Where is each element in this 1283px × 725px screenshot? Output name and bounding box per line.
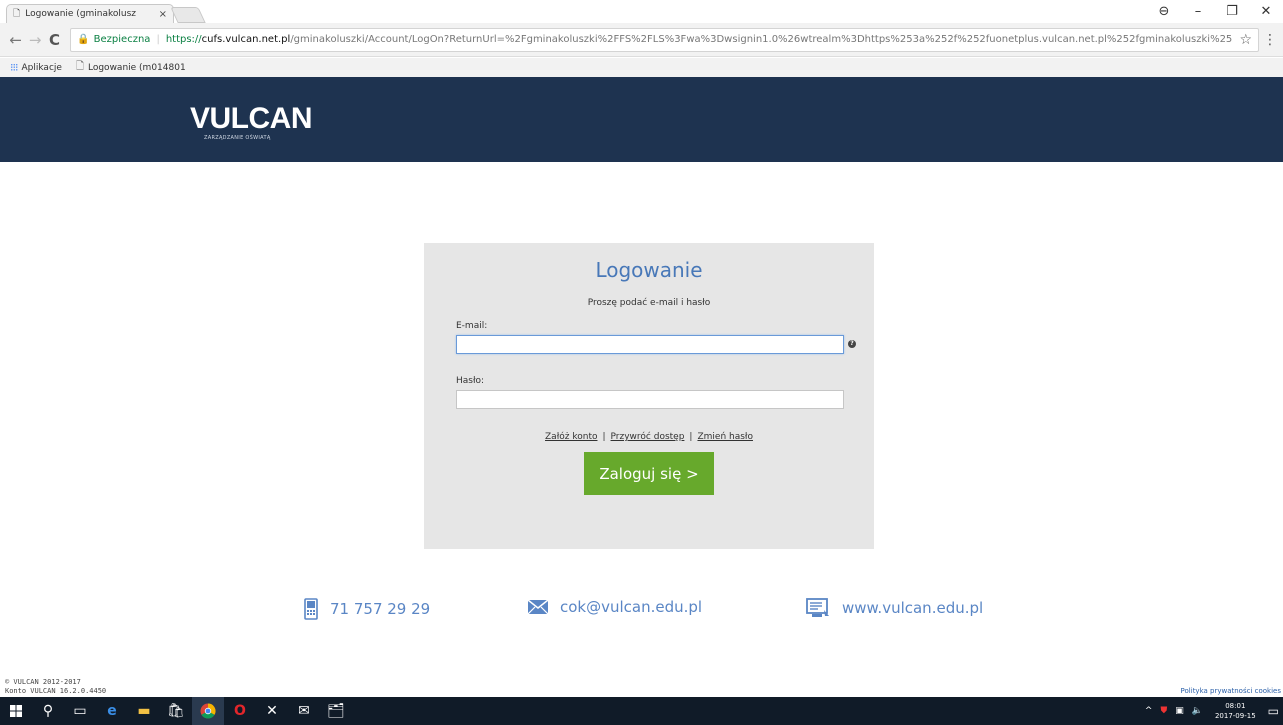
website-url: www.vulcan.edu.pl — [842, 599, 984, 617]
login-title: Logowanie — [595, 258, 703, 282]
mail-icon[interactable]: ✉ — [288, 697, 320, 725]
footer-info: © VULCAN 2012-2017 Konto VULCAN 16.2.0.4… — [5, 678, 106, 696]
login-panel: Logowanie Proszę podać e-mail i hasło E-… — [424, 243, 874, 549]
screen: 🗋 Logowanie (gminakolusz × ⊖ – ❐ ✕ ← → C… — [0, 0, 1283, 725]
reload-icon[interactable]: C — [45, 31, 64, 49]
divider: | — [602, 432, 606, 442]
windows-taskbar: ⚲ ▭ e ▬ 🛍 O ✕ ✉ 🗂 ^ ⛊ ▣ 🔈 08:01 2017-09-… — [0, 697, 1283, 725]
url-path: /gminakoluszki/Account/LogOn?ReturnUrl=%… — [290, 34, 1234, 45]
create-account-link[interactable]: Załóż konto — [545, 432, 597, 442]
envelope-icon — [528, 600, 548, 614]
password-label: Hasło: — [456, 376, 485, 386]
edge-icon[interactable]: e — [96, 697, 128, 725]
clock-date: 2017-09-15 — [1214, 712, 1256, 720]
minimize-button[interactable]: – — [1181, 4, 1215, 19]
email-address: cok@vulcan.edu.pl — [560, 598, 703, 616]
login-button[interactable]: Zaloguj się > — [584, 452, 714, 495]
window-controls: ⊖ – ❐ ✕ — [1147, 4, 1283, 19]
secure-label: Bezpieczna — [93, 34, 151, 45]
address-bar[interactable]: 🔒 Bezpieczna | https:// cufs.vulcan.net.… — [70, 27, 1260, 52]
password-field[interactable] — [456, 390, 844, 409]
contact-website[interactable]: www.vulcan.edu.pl — [806, 598, 983, 618]
vulcan-logo[interactable]: VULCAN ZARZĄDZANIE OŚWIATĄ — [190, 102, 313, 142]
url-host: cufs.vulcan.net.pl — [201, 34, 291, 45]
star-icon[interactable]: ☆ — [1233, 32, 1252, 48]
phone-icon — [304, 598, 318, 620]
app-icon[interactable]: ✕ — [256, 697, 288, 725]
bookmark-label: Logowanie (m014801 — [87, 62, 186, 73]
explorer-icon[interactable]: ▬ — [128, 697, 160, 725]
forward-icon[interactable]: → — [25, 31, 44, 49]
tab-close-icon[interactable]: × — [159, 9, 167, 20]
back-icon[interactable]: ← — [6, 31, 25, 49]
account-links: Załóż konto | Przywróć dostęp | Zmień hasło — [424, 432, 874, 442]
system-tray: ^ ⛊ ▣ 🔈 08:01 2017-09-15 ▭ — [1141, 697, 1283, 725]
clock[interactable]: 08:01 2017-09-15 — [1215, 701, 1256, 721]
privacy-link[interactable]: Polityka prywatności cookies — [1181, 687, 1281, 695]
task-view-icon[interactable]: ▭ — [64, 697, 96, 725]
contacts-row: 71 757 29 29 cok@vulcan.edu.pl www.vulca… — [0, 598, 1283, 622]
email-field[interactable] — [456, 335, 844, 354]
version-text: Konto VULCAN 16.2.0.4450 — [5, 687, 107, 695]
phone-number: 71 757 29 29 — [330, 600, 431, 618]
divider: | — [689, 432, 693, 442]
copyright-text: © VULCAN 2012-2017 — [5, 678, 81, 686]
contact-email[interactable]: cok@vulcan.edu.pl — [528, 598, 702, 616]
chevron-up-icon[interactable]: ^ — [1145, 706, 1153, 716]
antivirus-icon[interactable]: ⛊ — [1160, 706, 1167, 716]
lock-icon: 🔒 — [77, 34, 90, 45]
menu-icon[interactable]: ⋮ — [1263, 32, 1277, 48]
browser-tabstrip: 🗋 Logowanie (gminakolusz × ⊖ – ❐ ✕ — [0, 0, 1283, 23]
chrome-icon[interactable] — [192, 697, 224, 725]
bookmark-logowanie[interactable]: 🗋 Logowanie (m014801 — [76, 59, 186, 76]
start-icon[interactable] — [0, 697, 32, 725]
page-icon: 🗋 — [13, 9, 21, 19]
logo-subtitle: ZARZĄDZANIE OŚWIATĄ — [204, 135, 271, 141]
bookmark-apps[interactable]: ⁝⁝⁝ Aplikacje — [10, 61, 62, 74]
help-icon[interactable]: ? — [848, 340, 856, 348]
volume-icon[interactable]: 🔈 — [1192, 706, 1203, 716]
bookmarks-bar: ⁝⁝⁝ Aplikacje 🗋 Logowanie (m014801 — [0, 58, 1283, 77]
bookmark-label: Aplikacje — [21, 62, 62, 73]
browser-tab[interactable]: 🗋 Logowanie (gminakolusz × — [6, 4, 174, 23]
apps-grid-icon: ⁝⁝⁝ — [10, 61, 18, 74]
site-header: VULCAN ZARZĄDZANIE OŚWIATĄ — [0, 77, 1283, 162]
browser-toolbar: ← → C 🔒 Bezpieczna | https:// cufs.vulca… — [0, 23, 1283, 57]
divider: | — [156, 34, 160, 45]
search-icon[interactable]: ⚲ — [32, 697, 64, 725]
restore-button[interactable]: ❐ — [1215, 4, 1249, 19]
store-icon[interactable]: 🛍 — [160, 697, 192, 725]
opera-icon[interactable]: O — [224, 697, 256, 725]
contact-phone: 71 757 29 29 — [304, 598, 430, 620]
app-icon[interactable]: 🗂 — [320, 697, 352, 725]
network-icon[interactable]: ▣ — [1175, 706, 1184, 716]
change-password-link[interactable]: Zmień hasło — [697, 432, 753, 442]
monitor-icon — [806, 598, 829, 617]
new-tab-button[interactable] — [170, 7, 206, 23]
close-button[interactable]: ✕ — [1249, 4, 1283, 19]
profile-icon[interactable]: ⊖ — [1147, 4, 1181, 19]
login-subtitle: Proszę podać e-mail i hasło — [587, 298, 711, 308]
logo-text: VULCAN — [190, 102, 313, 135]
url-protocol: https:// — [165, 34, 202, 45]
tab-title: Logowanie (gminakolusz — [25, 9, 137, 19]
page-icon: 🗋 — [75, 61, 84, 72]
email-label: E-mail: — [456, 321, 488, 331]
notifications-icon[interactable]: ▭ — [1268, 704, 1279, 718]
clock-time: 08:01 — [1225, 702, 1246, 710]
restore-access-link[interactable]: Przywróć dostęp — [611, 432, 685, 442]
